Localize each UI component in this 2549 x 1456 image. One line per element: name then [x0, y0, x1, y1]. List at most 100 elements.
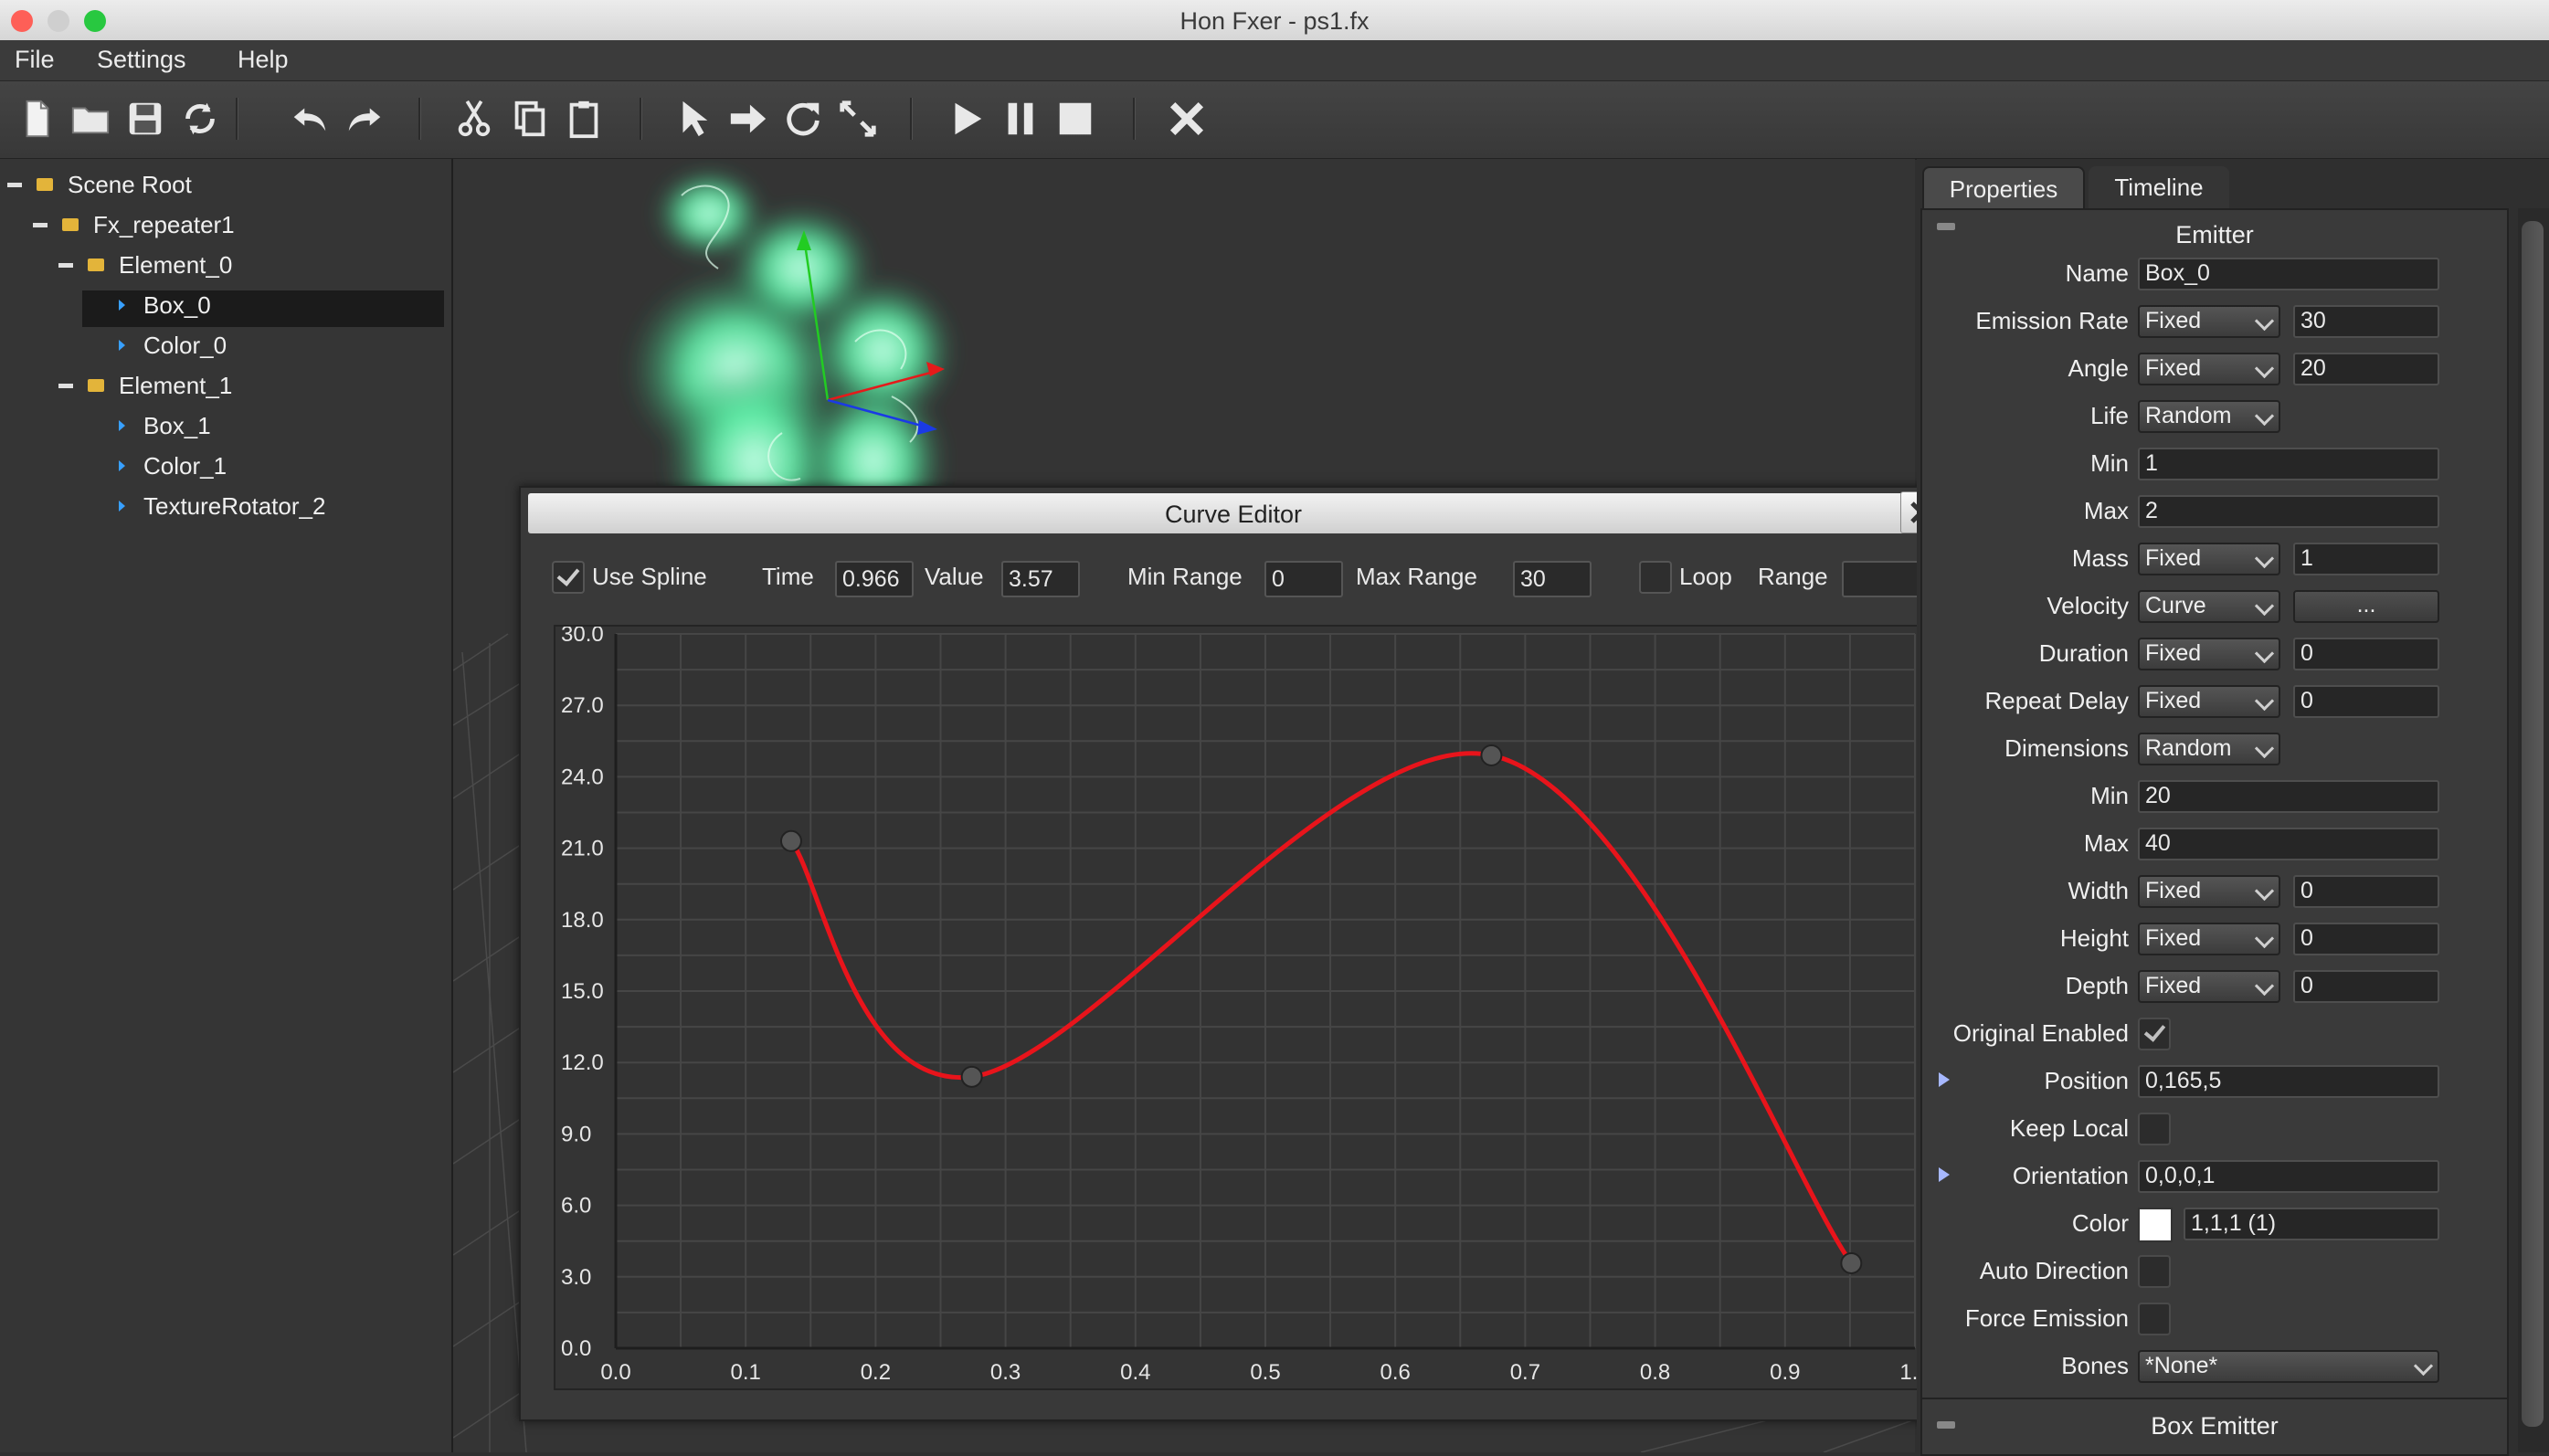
force-emission-checkbox[interactable]: [2138, 1303, 2171, 1335]
max-range-field[interactable]: 30: [1513, 561, 1592, 597]
life-mode-select[interactable]: Random: [2138, 400, 2280, 433]
expand-position-icon[interactable]: [1939, 1072, 1950, 1087]
depth-field[interactable]: 0: [2293, 970, 2439, 1003]
dim-min-field[interactable]: 20: [2138, 780, 2439, 813]
rotate-icon[interactable]: [778, 94, 828, 143]
select-arrow-icon[interactable]: [669, 94, 718, 143]
chevron-down-icon: [2254, 358, 2275, 379]
tab-properties[interactable]: Properties: [1922, 166, 2085, 210]
scale-icon[interactable]: [833, 94, 883, 143]
time-field[interactable]: 0.966: [835, 561, 914, 597]
tab-timeline[interactable]: Timeline: [2089, 166, 2229, 208]
tree-node-box-0[interactable]: Box_0: [119, 287, 211, 323]
y-tick-label: 27.0: [561, 693, 604, 718]
curve-control-point[interactable]: [1480, 744, 1503, 766]
collapse-toggle[interactable]: [33, 223, 48, 227]
save-icon[interactable]: [121, 94, 170, 143]
stop-icon[interactable]: [1051, 94, 1100, 143]
height-mode-select[interactable]: Fixed: [2138, 923, 2280, 955]
depth-mode-select[interactable]: Fixed: [2138, 970, 2280, 1003]
range-field[interactable]: [1842, 561, 1920, 597]
width-field[interactable]: 0: [2293, 875, 2439, 908]
orientation-field[interactable]: 0,0,0,1: [2138, 1160, 2439, 1193]
tree-node-color-1[interactable]: Color_1: [119, 448, 227, 484]
velocity-curve-button[interactable]: ...: [2293, 590, 2439, 623]
tree-node-element-0[interactable]: Element_0: [88, 247, 232, 283]
tree-node-element-1[interactable]: Element_1: [88, 367, 232, 404]
tree-node-box-1[interactable]: Box_1: [119, 407, 211, 444]
menu-help[interactable]: Help: [238, 46, 289, 74]
dim-max-field[interactable]: 40: [2138, 828, 2439, 860]
curve-editor-titlebar[interactable]: Curve Editor: [528, 493, 1939, 533]
chevron-down-icon: [2254, 548, 2275, 569]
undo-icon[interactable]: [285, 94, 334, 143]
collapse-toggle[interactable]: [58, 263, 73, 268]
y-tick-label: 0.0: [561, 1336, 591, 1361]
curve-plot-area[interactable]: 0.0 3.0 6.0 9.0 12.0 15.0 18.0 21.0 24.0 27.0 30.0…: [554, 622, 1930, 1390]
use-spline-label: Use Spline: [592, 563, 707, 590]
loop-checkbox[interactable]: [1639, 561, 1672, 594]
menu-settings[interactable]: Settings: [97, 46, 186, 74]
height-field[interactable]: 0: [2293, 923, 2439, 955]
tree-node-fx-repeater[interactable]: Fx_repeater1: [62, 206, 235, 243]
duration-field[interactable]: 0: [2293, 638, 2439, 670]
close-x-icon[interactable]: [1162, 94, 1211, 143]
tree-node-scene-root[interactable]: Scene Root: [37, 166, 192, 203]
play-icon[interactable]: [941, 94, 990, 143]
min-range-field[interactable]: 0: [1264, 561, 1343, 597]
menu-file[interactable]: File: [15, 46, 55, 74]
collapse-toggle[interactable]: [58, 384, 73, 388]
move-arrow-icon[interactable]: [724, 94, 773, 143]
use-spline-checkbox[interactable]: [552, 561, 585, 594]
dimensions-mode-select[interactable]: Random: [2138, 733, 2280, 765]
life-max-label: Max: [2083, 497, 2129, 524]
copy-icon[interactable]: [504, 94, 554, 143]
curve-control-point[interactable]: [960, 1065, 983, 1088]
x-tick-label: 0.7: [1510, 1360, 1540, 1385]
properties-scroll-thumb[interactable]: [2522, 221, 2544, 1427]
repeat-delay-field[interactable]: 0: [2293, 685, 2439, 718]
color-field[interactable]: 1,1,1 (1): [2184, 1208, 2439, 1240]
collapse-toggle[interactable]: [7, 183, 22, 187]
y-tick-label: 15.0: [561, 979, 604, 1004]
life-min-field[interactable]: 1: [2138, 448, 2439, 480]
duration-mode-select[interactable]: Fixed: [2138, 638, 2280, 670]
pause-icon[interactable]: [996, 94, 1045, 143]
open-folder-icon[interactable]: [66, 94, 115, 143]
node-bullet-icon: [119, 340, 125, 351]
repeat-delay-mode-select[interactable]: Fixed: [2138, 685, 2280, 718]
width-mode-select[interactable]: Fixed: [2138, 875, 2280, 908]
curve-control-point[interactable]: [1840, 1251, 1863, 1274]
velocity-mode-select[interactable]: Curve: [2138, 590, 2280, 623]
tree-node-texture-rotator[interactable]: TextureRotator_2: [119, 488, 325, 524]
life-max-field[interactable]: 2: [2138, 495, 2439, 528]
angle-field[interactable]: 20: [2293, 353, 2439, 385]
color-swatch[interactable]: [2138, 1208, 2173, 1242]
y-tick-label: 21.0: [561, 837, 604, 861]
angle-mode-select[interactable]: Fixed: [2138, 353, 2280, 385]
mass-mode-select[interactable]: Fixed: [2138, 543, 2280, 575]
auto-direction-checkbox[interactable]: [2138, 1255, 2171, 1288]
tree-node-color-0[interactable]: Color_0: [119, 327, 227, 364]
emission-rate-mode-select[interactable]: Fixed: [2138, 305, 2280, 338]
original-enabled-checkbox[interactable]: [2138, 1018, 2171, 1050]
position-field[interactable]: 0,165,5: [2138, 1065, 2439, 1098]
value-field[interactable]: 3.57: [1001, 561, 1080, 597]
redo-icon[interactable]: [340, 94, 389, 143]
mass-field[interactable]: 1: [2293, 543, 2439, 575]
properties-body: Emitter Name Emission Rate Angle Life Mi…: [1920, 208, 2509, 1456]
paste-icon[interactable]: [559, 94, 608, 143]
cut-icon[interactable]: [450, 94, 499, 143]
refresh-icon[interactable]: [175, 94, 225, 143]
bones-select[interactable]: *None*: [2138, 1350, 2439, 1383]
section-box-emitter: Box Emitter: [2151, 1412, 2279, 1440]
curve-control-point[interactable]: [779, 829, 802, 852]
properties-panel: Properties Timeline Emitter Name Emissio…: [1917, 159, 2549, 1456]
new-file-icon[interactable]: [13, 94, 62, 143]
properties-scrollbar[interactable]: [2518, 208, 2549, 1452]
expand-orientation-icon[interactable]: [1939, 1167, 1950, 1182]
name-field[interactable]: Box_0: [2138, 258, 2439, 290]
node-bullet-icon: [119, 501, 125, 512]
emission-rate-field[interactable]: 30: [2293, 305, 2439, 338]
keep-local-checkbox[interactable]: [2138, 1113, 2171, 1145]
